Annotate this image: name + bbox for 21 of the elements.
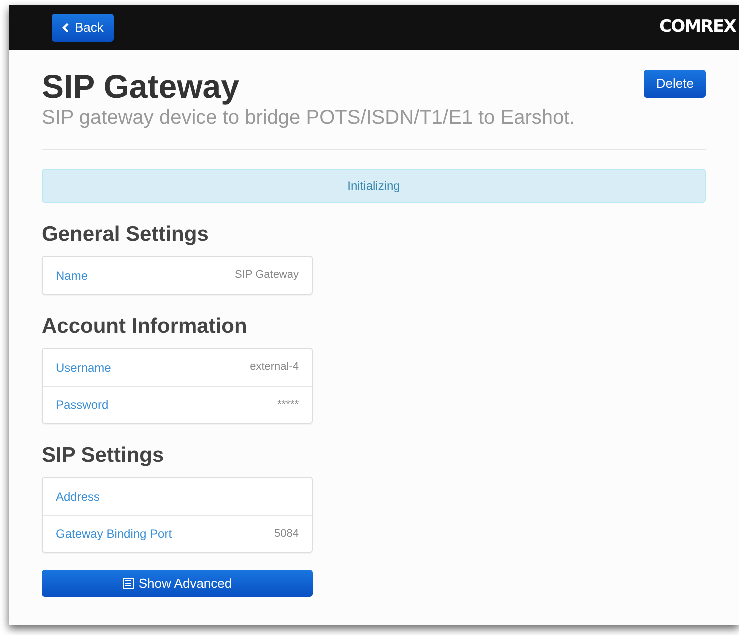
page-title: SIP Gateway bbox=[42, 68, 241, 106]
setting-label[interactable]: Username bbox=[56, 358, 112, 376]
setting-value: SIP Gateway bbox=[235, 268, 299, 284]
chevron-left-icon bbox=[62, 22, 69, 32]
setting-label[interactable]: Address bbox=[56, 488, 100, 506]
logo: COMREX bbox=[659, 16, 736, 39]
section-heading: Account Information bbox=[42, 315, 248, 339]
list-icon bbox=[122, 578, 134, 589]
setting-label[interactable]: Gateway Binding Port bbox=[56, 525, 172, 543]
setting-label[interactable]: Name bbox=[56, 266, 88, 284]
setting-label[interactable]: Password bbox=[56, 396, 109, 414]
section-heading: General Settings bbox=[42, 223, 210, 247]
show-advanced-button[interactable]: Show Advanced bbox=[42, 570, 313, 597]
status-alert: Initializing bbox=[42, 169, 706, 203]
page-subtitle: SIP gateway device to bridge POTS/ISDN/T1/E1 to Earshot. bbox=[42, 106, 576, 130]
setting-value: external-4 bbox=[250, 360, 299, 376]
setting-value: ***** bbox=[278, 398, 299, 413]
delete-button[interactable]: Delete bbox=[644, 70, 706, 98]
section-heading: SIP Settings bbox=[42, 444, 166, 468]
back-button[interactable]: Back bbox=[52, 14, 114, 42]
setting-value: 5084 bbox=[274, 526, 299, 542]
